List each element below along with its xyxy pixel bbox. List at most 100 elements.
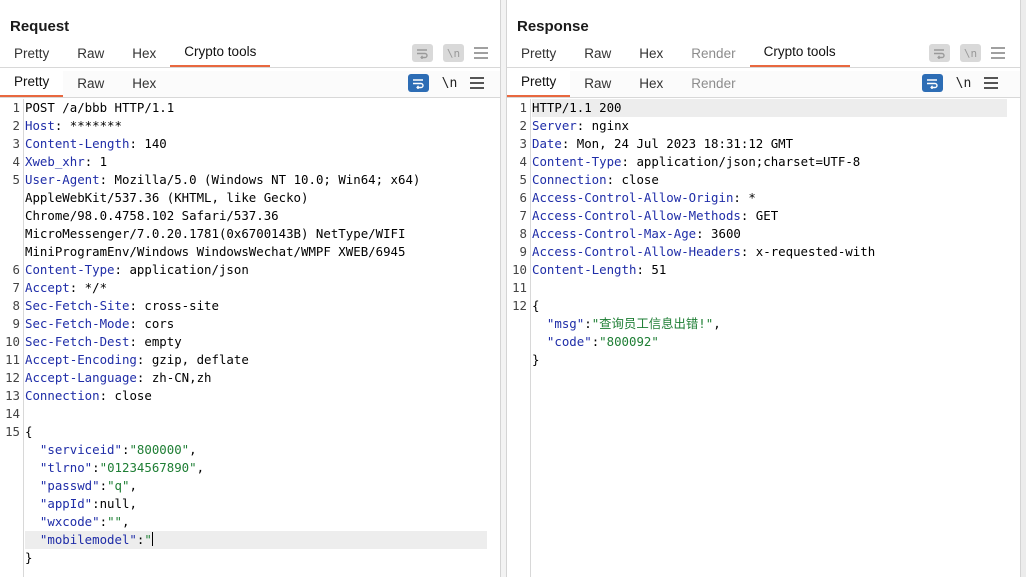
code-line: 7 Accept: */*	[0, 279, 500, 297]
menu-icon[interactable]	[991, 47, 1005, 59]
line-text: POST /a/bbb HTTP/1.1	[25, 100, 175, 115]
line-text: Access-Control-Allow-Methods: GET	[532, 208, 779, 223]
code-line: MicroMessenger/7.0.20.1781(0x6700143B) N…	[0, 225, 500, 243]
line-number: 4	[519, 154, 527, 169]
tab-crypto-tools[interactable]: Crypto tools	[170, 40, 271, 67]
header-name: "tlrno"	[25, 460, 93, 475]
line-number: 11	[5, 352, 20, 367]
code-line: "serviceid":"800000",	[0, 441, 500, 459]
response-code[interactable]: 1 HTTP/1.1 200 2 Server: nginx 3 Date: Mon, 2…	[507, 99, 1020, 369]
header-name: Access-Control-Max-Age	[532, 226, 697, 241]
response-top-tools: \n	[929, 44, 1005, 62]
code-line: }	[0, 549, 500, 567]
header-name: "passwd"	[25, 478, 100, 493]
header-name: Server	[532, 118, 577, 133]
string-value: "01234567890"	[99, 460, 197, 475]
tab-render[interactable]: Render	[677, 40, 749, 67]
line-number: 8	[519, 226, 527, 241]
code-line: 7 Access-Control-Allow-Methods: GET	[507, 207, 1020, 225]
line-number: 13	[5, 388, 20, 403]
text-caret	[151, 532, 153, 546]
request-top-tools: \n	[412, 44, 488, 62]
header-name: Accept-Language	[25, 370, 137, 385]
string-value: "800000"	[129, 442, 190, 457]
code-line: 10 Content-Length: 51	[507, 261, 1020, 279]
header-name: "appId"	[25, 496, 93, 511]
code-line: 9 Sec-Fetch-Mode: cors	[0, 315, 500, 333]
newline-icon[interactable]: \n	[443, 44, 464, 62]
subtab-pretty[interactable]: Pretty	[507, 71, 571, 97]
code-line: "wxcode":"",	[0, 513, 500, 531]
scrollbar[interactable]	[1020, 0, 1026, 577]
header-name: User-Agent	[25, 172, 100, 187]
line-text: MicroMessenger/7.0.20.1781(0x6700143B) N…	[25, 226, 406, 241]
subtab-hex[interactable]: Hex	[625, 71, 677, 97]
tab-raw[interactable]: Raw	[570, 40, 625, 67]
header-name: "wxcode"	[25, 514, 100, 529]
request-title: Request	[10, 18, 70, 35]
newline-icon[interactable]: \n	[953, 74, 974, 92]
line-number: 4	[12, 154, 20, 169]
newline-icon[interactable]: \n	[439, 74, 460, 92]
line-text: "code":"800092"	[532, 334, 659, 349]
code-line: 13 Connection: close	[0, 387, 500, 405]
line-number: 5	[519, 172, 527, 187]
tab-raw[interactable]: Raw	[63, 40, 118, 67]
request-sub-tools: \n	[408, 74, 484, 92]
response-editor[interactable]: 1 HTTP/1.1 200 2 Server: nginx 3 Date: Mon, 2…	[507, 99, 1020, 577]
header-name: Sec-Fetch-Site	[25, 298, 130, 313]
code-line: Chrome/98.0.4758.102 Safari/537.36	[0, 207, 500, 225]
line-text: AppleWebKit/537.36 (KHTML, like Gecko)	[25, 190, 309, 205]
line-number: 8	[12, 298, 20, 313]
header-name: Content-Length	[532, 262, 637, 277]
line-number: 3	[519, 136, 527, 151]
subtab-render[interactable]: Render	[677, 71, 749, 97]
line-number: 5	[12, 172, 20, 187]
menu-icon[interactable]	[984, 77, 998, 89]
tab-pretty[interactable]: Pretty	[507, 40, 570, 67]
header-name: Content-Length	[25, 136, 130, 151]
line-number: 6	[12, 262, 20, 277]
line-text: Access-Control-Allow-Headers: x-requeste…	[532, 244, 876, 259]
line-text: Content-Type: application/json;charset=U…	[532, 154, 861, 169]
response-pane: Response Pretty Raw Hex Render Crypto to…	[506, 0, 1020, 577]
tab-pretty[interactable]: Pretty	[0, 40, 63, 67]
line-text: {	[532, 298, 540, 313]
line-number: 2	[12, 118, 20, 133]
tab-hex[interactable]: Hex	[118, 40, 170, 67]
subtab-raw[interactable]: Raw	[63, 71, 118, 97]
code-line: 10 Sec-Fetch-Dest: empty	[0, 333, 500, 351]
header-name: Accept	[25, 280, 70, 295]
line-text: Accept-Language: zh-CN,zh	[25, 370, 212, 385]
wrap-icon[interactable]	[412, 44, 433, 62]
code-line: 5 User-Agent: Mozilla/5.0 (Windows NT 10.…	[0, 171, 500, 189]
request-pane: Request Pretty Raw Hex Crypto tools \n P…	[0, 0, 501, 577]
request-editor[interactable]: 1 POST /a/bbb HTTP/1.1 2 Host: ******* 3 Cont…	[0, 99, 500, 577]
menu-icon[interactable]	[470, 77, 484, 89]
newline-icon[interactable]: \n	[960, 44, 981, 62]
menu-icon[interactable]	[474, 47, 488, 59]
subtab-pretty[interactable]: Pretty	[0, 71, 64, 97]
tab-crypto-tools[interactable]: Crypto tools	[749, 40, 850, 67]
line-text: User-Agent: Mozilla/5.0 (Windows NT 10.0…	[25, 172, 421, 187]
line-text: Host: *******	[25, 118, 122, 133]
line-text: "msg":"查询员工信息出错!",	[532, 316, 721, 331]
code-line: AppleWebKit/537.36 (KHTML, like Gecko)	[0, 189, 500, 207]
line-number: 7	[12, 280, 20, 295]
subtab-raw[interactable]: Raw	[570, 71, 625, 97]
line-number: 12	[5, 370, 20, 385]
request-code[interactable]: 1 POST /a/bbb HTTP/1.1 2 Host: ******* 3 Cont…	[0, 99, 500, 567]
wrap-icon[interactable]	[929, 44, 950, 62]
tab-hex[interactable]: Hex	[625, 40, 677, 67]
code-line: 14	[0, 405, 500, 423]
wrap-icon[interactable]	[408, 74, 429, 92]
subtab-hex[interactable]: Hex	[118, 71, 170, 97]
wrap-icon[interactable]	[922, 74, 943, 92]
line-text: HTTP/1.1 200	[532, 100, 622, 115]
header-name: Sec-Fetch-Mode	[25, 316, 130, 331]
line-text: Date: Mon, 24 Jul 2023 18:31:12 GMT	[532, 136, 794, 151]
header-name: "msg"	[532, 316, 585, 331]
line-text: Sec-Fetch-Mode: cors	[25, 316, 175, 331]
line-number: 14	[5, 406, 20, 421]
line-text: "passwd":"q",	[25, 478, 137, 493]
